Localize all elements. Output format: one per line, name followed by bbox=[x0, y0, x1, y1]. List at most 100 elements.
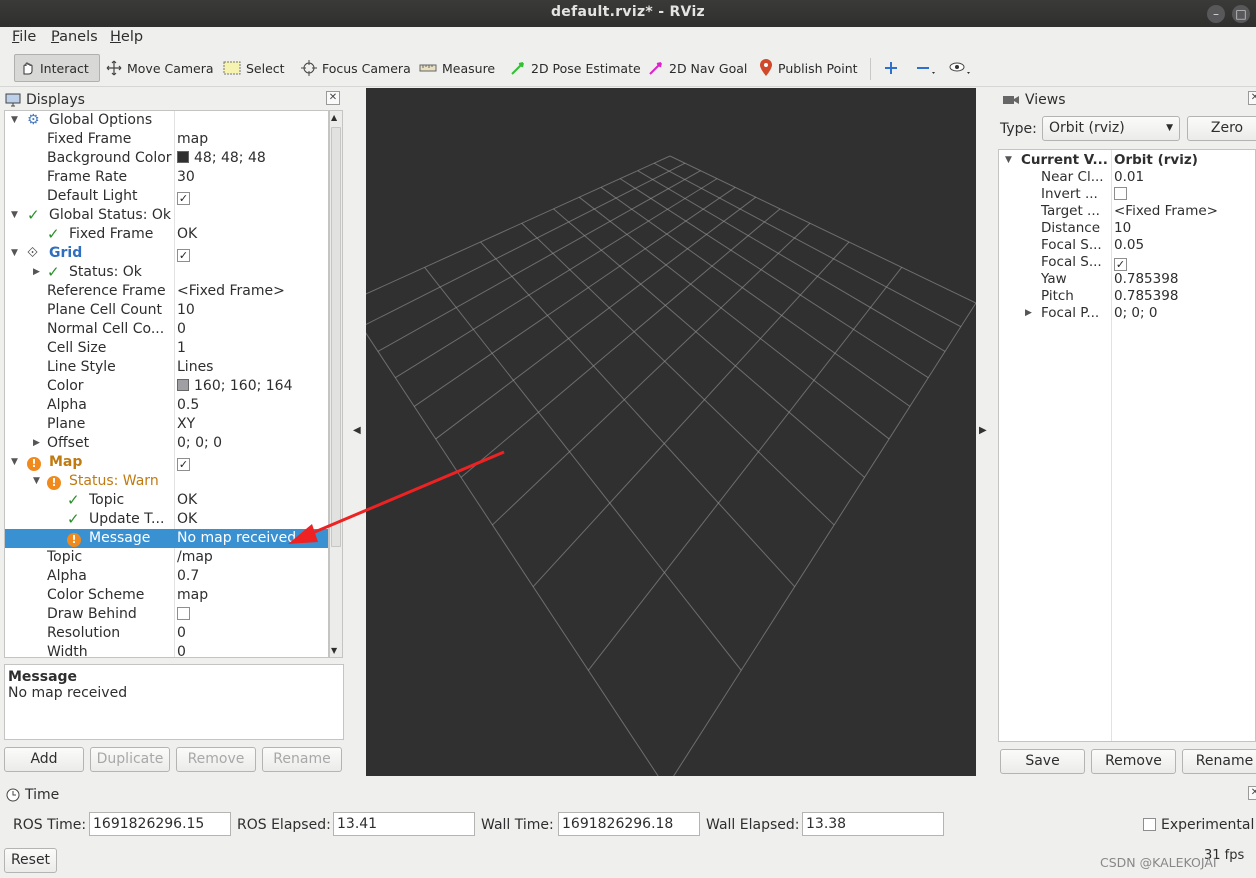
display-checkbox[interactable]: ✓ bbox=[177, 458, 190, 471]
display-row-value[interactable]: ✓ bbox=[177, 453, 190, 472]
expand-down-arrow-icon[interactable]: ▼ bbox=[1005, 152, 1012, 169]
display-row[interactable]: Alpha 0.7 bbox=[5, 567, 328, 586]
view-checkbox[interactable]: ✓ bbox=[1114, 258, 1127, 271]
display-row[interactable]: Draw Behind bbox=[5, 605, 328, 624]
display-row[interactable]: Normal Cell Co... 0 bbox=[5, 320, 328, 339]
remove-view-button[interactable]: Remove bbox=[1091, 749, 1176, 774]
display-row[interactable]: Width 0 bbox=[5, 643, 328, 657]
display-row[interactable]: Reference Frame <Fixed Frame> bbox=[5, 282, 328, 301]
display-row[interactable]: Fixed Frame map bbox=[5, 130, 328, 149]
display-row[interactable]: ▼ ✓ Global Status: Ok bbox=[5, 206, 328, 225]
pose-estimate-tool-button[interactable]: 2D Pose Estimate bbox=[506, 54, 645, 82]
display-row[interactable]: ▶ Offset 0; 0; 0 bbox=[5, 434, 328, 453]
view-property-row[interactable]: Focal S... 0.05 bbox=[999, 237, 1255, 254]
view-property-row[interactable]: Invert ... bbox=[999, 186, 1255, 203]
render-viewport[interactable] bbox=[345, 88, 977, 789]
display-row[interactable]: ✓ Topic OK bbox=[5, 491, 328, 510]
publish-point-tool-button[interactable]: Publish Point bbox=[755, 54, 862, 82]
measure-tool-button[interactable]: Measure bbox=[415, 54, 499, 82]
scroll-up-arrow-icon[interactable]: ▲ bbox=[331, 113, 337, 122]
color-swatch[interactable] bbox=[177, 151, 189, 163]
display-row[interactable]: Plane Cell Count 10 bbox=[5, 301, 328, 320]
display-row[interactable]: ✓ Fixed Frame OK bbox=[5, 225, 328, 244]
expand-right-arrow-icon[interactable]: ▶ bbox=[33, 263, 40, 282]
view-property-row[interactable]: ▶ Focal P... 0; 0; 0 bbox=[999, 305, 1255, 322]
view-type-select[interactable]: Orbit (rviz) ▼ bbox=[1042, 116, 1180, 141]
display-row[interactable]: ▼ ⟐ Grid ✓ bbox=[5, 244, 328, 263]
displays-scrollbar[interactable]: ▲ ▼ bbox=[329, 110, 343, 658]
display-row[interactable]: Plane XY bbox=[5, 415, 328, 434]
expand-right-arrow-icon[interactable]: ▶ bbox=[1025, 305, 1032, 322]
display-row[interactable]: ✓ Update T... OK bbox=[5, 510, 328, 529]
nav-goal-tool-button[interactable]: 2D Nav Goal bbox=[644, 54, 751, 82]
expand-down-arrow-icon[interactable]: ▼ bbox=[11, 206, 18, 225]
minimize-button[interactable]: – bbox=[1207, 5, 1225, 23]
scrollbar-thumb[interactable] bbox=[331, 127, 341, 547]
scroll-down-arrow-icon[interactable]: ▼ bbox=[331, 646, 337, 655]
panels-visibility-button[interactable] bbox=[945, 54, 977, 82]
menu-panels[interactable]: Panels bbox=[51, 29, 98, 45]
remove-tool-button[interactable] bbox=[912, 54, 942, 82]
save-view-button[interactable]: Save bbox=[1000, 749, 1085, 774]
view-property-row[interactable]: Distance 10 bbox=[999, 220, 1255, 237]
view-property-row[interactable]: Near Cl... 0.01 bbox=[999, 169, 1255, 186]
maximize-button[interactable]: □ bbox=[1232, 5, 1250, 23]
add-tool-button[interactable] bbox=[880, 54, 902, 82]
display-row[interactable]: ! Message No map received bbox=[5, 529, 328, 548]
select-tool-button[interactable]: Select bbox=[219, 54, 289, 82]
ros-elapsed-field[interactable]: 13.41 bbox=[333, 812, 475, 836]
expand-right-arrow-icon[interactable]: ▶ bbox=[33, 434, 40, 453]
display-row[interactable]: ▼ ⚙ Global Options bbox=[5, 111, 328, 130]
experimental-checkbox[interactable] bbox=[1143, 818, 1156, 831]
menu-file[interactable]: File bbox=[12, 29, 36, 45]
color-swatch[interactable] bbox=[177, 379, 189, 391]
rename-display-button[interactable]: Rename bbox=[262, 747, 342, 772]
view-property-value[interactable]: ✓ bbox=[1114, 254, 1127, 271]
collapse-left-arrow-icon[interactable]: ◀ bbox=[353, 425, 361, 436]
move-camera-tool-button[interactable]: Move Camera bbox=[102, 54, 218, 82]
display-row[interactable]: ▼! Status: Warn bbox=[5, 472, 328, 491]
add-display-button[interactable]: Add bbox=[4, 747, 84, 772]
display-row[interactable]: Color 160; 160; 164 bbox=[5, 377, 328, 396]
expand-down-arrow-icon[interactable]: ▼ bbox=[11, 111, 18, 130]
display-checkbox[interactable]: ✓ bbox=[177, 192, 190, 205]
wall-time-field[interactable]: 1691826296.18 bbox=[558, 812, 700, 836]
display-row[interactable]: Color Scheme map bbox=[5, 586, 328, 605]
view-property-row[interactable]: Target ... <Fixed Frame> bbox=[999, 203, 1255, 220]
display-row-value[interactable]: ✓ bbox=[177, 187, 190, 206]
display-row[interactable]: ▼! Map ✓ bbox=[5, 453, 328, 472]
expand-down-arrow-icon[interactable]: ▼ bbox=[11, 453, 18, 472]
display-row[interactable]: Default Light ✓ bbox=[5, 187, 328, 206]
close-views-panel-button[interactable]: ✕ bbox=[1248, 91, 1256, 105]
menu-help[interactable]: Help bbox=[110, 29, 143, 45]
view-property-row[interactable]: Pitch 0.785398 bbox=[999, 288, 1255, 305]
view-property-row[interactable]: Focal S... ✓ bbox=[999, 254, 1255, 271]
display-row-value[interactable]: ✓ bbox=[177, 244, 190, 263]
interact-tool-button[interactable]: Interact bbox=[14, 54, 100, 82]
view-checkbox[interactable] bbox=[1114, 187, 1127, 200]
display-checkbox[interactable] bbox=[177, 607, 190, 620]
display-row[interactable]: Cell Size 1 bbox=[5, 339, 328, 358]
display-checkbox[interactable]: ✓ bbox=[177, 249, 190, 262]
display-row[interactable]: Line Style Lines bbox=[5, 358, 328, 377]
focus-camera-tool-button[interactable]: Focus Camera bbox=[297, 54, 415, 82]
display-row[interactable]: ▶ ✓ Status: Ok bbox=[5, 263, 328, 282]
close-displays-panel-button[interactable]: ✕ bbox=[326, 91, 340, 105]
display-row[interactable]: Resolution 0 bbox=[5, 624, 328, 643]
ros-time-field[interactable]: 1691826296.15 bbox=[89, 812, 231, 836]
display-row-value[interactable] bbox=[177, 605, 190, 624]
reset-time-button[interactable]: Reset bbox=[4, 848, 57, 873]
close-time-panel-button[interactable]: ✕ bbox=[1248, 786, 1256, 800]
display-row[interactable]: Frame Rate 30 bbox=[5, 168, 328, 187]
view-property-value[interactable] bbox=[1114, 186, 1127, 203]
expand-down-arrow-icon[interactable]: ▼ bbox=[11, 244, 18, 263]
view-property-row[interactable]: ▼ Current V... Orbit (rviz) bbox=[999, 152, 1255, 169]
display-row[interactable]: Background Color 48; 48; 48 bbox=[5, 149, 328, 168]
view-property-row[interactable]: Yaw 0.785398 bbox=[999, 271, 1255, 288]
expand-down-arrow-icon[interactable]: ▼ bbox=[33, 472, 40, 491]
collapse-right-arrow-icon[interactable]: ▶ bbox=[979, 425, 987, 436]
remove-display-button[interactable]: Remove bbox=[176, 747, 256, 772]
display-row[interactable]: Alpha 0.5 bbox=[5, 396, 328, 415]
wall-elapsed-field[interactable]: 13.38 bbox=[802, 812, 944, 836]
rename-view-button[interactable]: Rename bbox=[1182, 749, 1256, 774]
